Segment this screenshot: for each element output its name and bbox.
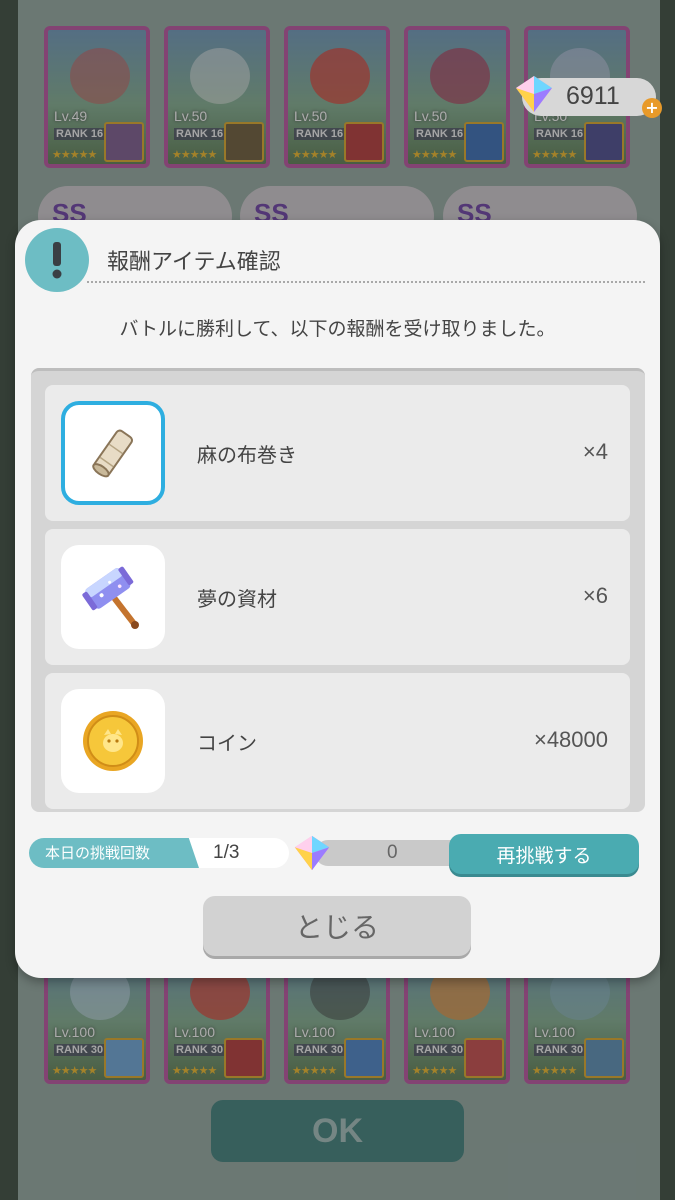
retry-button[interactable]: 再挑戦する — [449, 834, 639, 874]
dialog-message: バトルに勝利して、以下の報酬を受け取りました。 — [119, 318, 556, 340]
dialog-title: 報酬アイテム確認 — [107, 250, 281, 275]
reward-confirm-dialog: 報酬アイテム確認 バトルに勝利して、以下の報酬を受け取りました。 麻の布巻き ×… — [15, 220, 660, 978]
attempts-label: 本日の挑戦回数 — [29, 838, 199, 868]
dream-hammer-icon[interactable] — [61, 545, 165, 649]
gem-counter[interactable]: 6911 + — [516, 76, 662, 118]
reward-quantity: ×48000 — [533, 727, 608, 752]
reward-name: コイン — [197, 731, 257, 755]
reward-name: 麻の布巻き — [197, 443, 297, 467]
plus-icon[interactable]: + — [642, 98, 662, 118]
reward-quantity: ×6 — [582, 583, 608, 608]
retry-cost-value: 0 — [387, 842, 398, 863]
reward-name: 夢の資材 — [197, 587, 277, 611]
reward-quantity: ×4 — [582, 439, 608, 464]
reward-item[interactable]: 麻の布巻き ×4 — [45, 385, 630, 521]
reward-item[interactable]: コイン ×48000 — [45, 673, 630, 809]
title-divider — [87, 281, 645, 283]
reward-list: 麻の布巻き ×4 夢の資材 ×6 コイン ×48000 — [31, 368, 645, 812]
cloth-roll-icon[interactable] — [61, 401, 165, 505]
close-button[interactable]: とじる — [203, 896, 471, 956]
exclamation-icon — [25, 228, 89, 292]
gem-icon — [512, 72, 556, 120]
coin-icon[interactable] — [61, 689, 165, 793]
reward-item[interactable]: 夢の資材 ×6 — [45, 529, 630, 665]
attempts-value: 1/3 — [213, 842, 240, 863]
gem-count: 6911 — [566, 82, 620, 110]
gem-icon — [291, 832, 333, 878]
